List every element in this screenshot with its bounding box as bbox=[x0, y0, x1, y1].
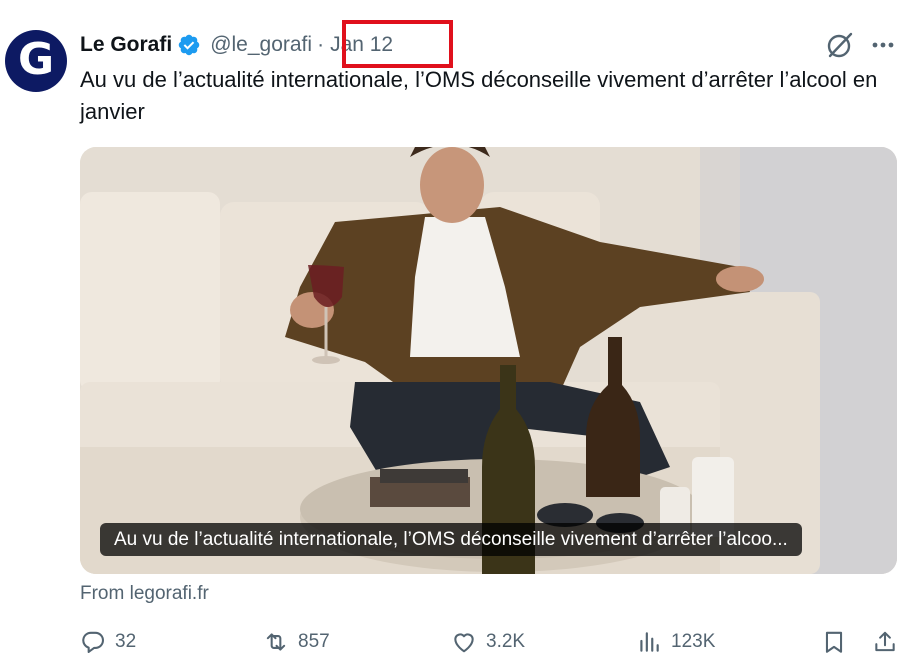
reply-button[interactable]: 32 bbox=[80, 622, 136, 662]
avatar-logo-letter: G bbox=[17, 34, 55, 85]
like-button[interactable]: 3.2K bbox=[451, 622, 525, 662]
avatar[interactable]: G bbox=[5, 30, 67, 92]
verified-badge-icon[interactable] bbox=[177, 33, 201, 57]
like-icon bbox=[454, 633, 474, 653]
retweet-count: 857 bbox=[298, 631, 330, 652]
like-count: 3.2K bbox=[486, 631, 526, 652]
views-count: 123K bbox=[671, 631, 716, 652]
grok-icon[interactable] bbox=[826, 31, 854, 59]
share-icon bbox=[875, 631, 895, 652]
views-icon bbox=[640, 632, 659, 652]
retweet-icon bbox=[266, 633, 286, 651]
link-source[interactable]: From legorafi.fr bbox=[80, 583, 209, 605]
retweet-button[interactable]: 857 bbox=[263, 622, 330, 662]
bookmark-button[interactable] bbox=[821, 622, 847, 662]
share-button[interactable] bbox=[872, 622, 898, 662]
media-caption: Au vu de l’actualité internationale, l’O… bbox=[100, 523, 802, 556]
author-handle[interactable]: @le_gorafi bbox=[210, 33, 312, 57]
tweet-text: Au vu de l’actualité internationale, l’O… bbox=[80, 67, 878, 124]
date-highlight-box bbox=[342, 20, 453, 68]
header-separator: · bbox=[317, 33, 325, 56]
author-name[interactable]: Le Gorafi bbox=[80, 33, 172, 57]
media-photo bbox=[80, 147, 897, 574]
reply-icon bbox=[82, 631, 104, 653]
tweet-media-card[interactable]: Au vu de l’actualité internationale, l’O… bbox=[80, 147, 897, 574]
views-button[interactable]: 123K bbox=[636, 622, 715, 662]
tweet-action-bar: 32 857 3.2K 123K bbox=[0, 622, 916, 662]
reply-count: 32 bbox=[115, 631, 137, 652]
bookmark-icon bbox=[825, 631, 843, 653]
more-icon[interactable] bbox=[872, 42, 894, 48]
